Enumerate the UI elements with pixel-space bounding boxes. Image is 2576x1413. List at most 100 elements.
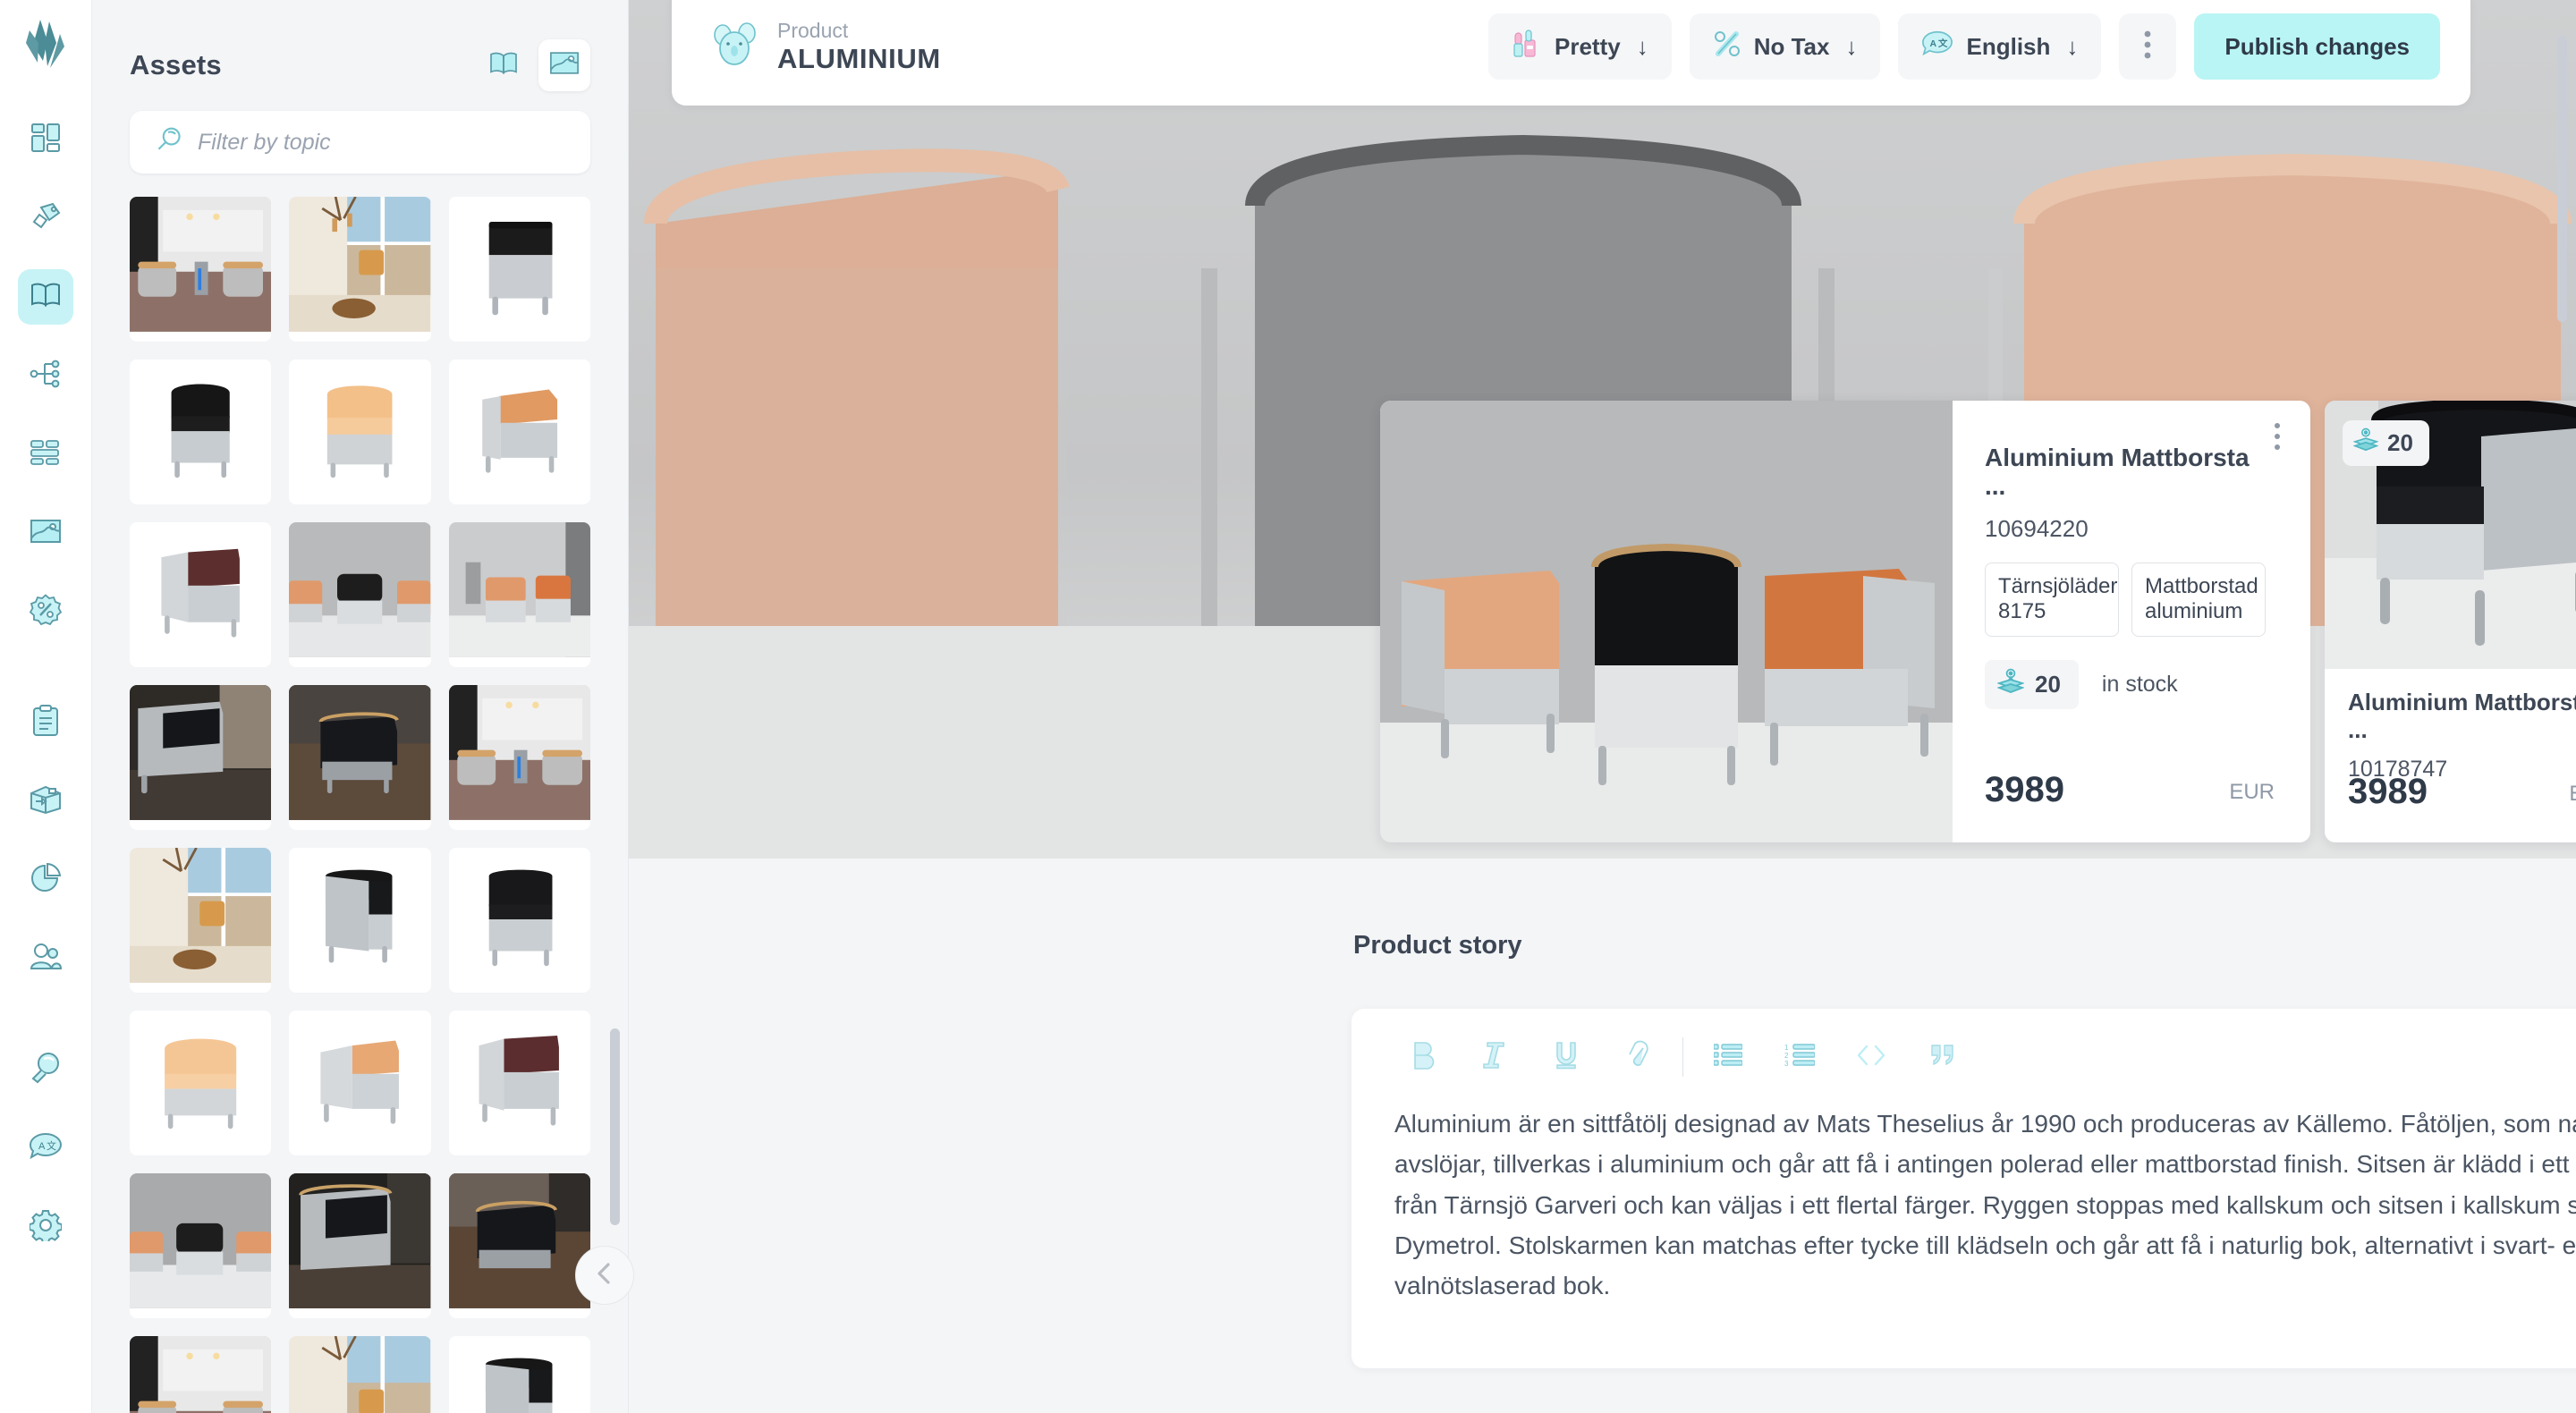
toolbar-divider bbox=[1682, 1037, 1683, 1077]
topbar-breadcrumb: Product ALUMINIUM bbox=[711, 18, 941, 76]
product-title: Aluminium Mattborsta ... bbox=[1985, 444, 2250, 500]
asset-thumbnail[interactable] bbox=[448, 522, 590, 667]
sidebar-item-hierarchy[interactable] bbox=[18, 348, 73, 403]
stock-badge: 20 bbox=[2343, 420, 2429, 466]
attachment-button[interactable] bbox=[1602, 1030, 1674, 1084]
product-hero-more-button[interactable] bbox=[2266, 419, 2289, 454]
tax-dropdown[interactable]: No Tax ↓ bbox=[1689, 13, 1881, 80]
underline-button[interactable] bbox=[1530, 1030, 1602, 1084]
quote-button[interactable] bbox=[1907, 1030, 1979, 1084]
language-dropdown[interactable]: A 文 English ↓ bbox=[1898, 13, 2102, 80]
product-attribute[interactable]: Mattborstad aluminium bbox=[2131, 563, 2266, 637]
underline-icon bbox=[1553, 1040, 1580, 1075]
asset-thumbnail[interactable] bbox=[130, 1173, 272, 1318]
product-price-row: 3989 EUR bbox=[2348, 772, 2576, 812]
asset-thumbnail[interactable] bbox=[289, 685, 431, 830]
assets-view-toggle bbox=[478, 39, 590, 91]
asset-thumbnail[interactable] bbox=[289, 197, 431, 342]
main-scrollbar[interactable] bbox=[2557, 36, 2567, 322]
sidebar-item-promotions[interactable] bbox=[18, 584, 73, 639]
asset-thumbnail[interactable] bbox=[130, 848, 272, 993]
view-book-button[interactable] bbox=[478, 39, 530, 91]
clipboard-icon bbox=[31, 704, 60, 741]
product-attribute[interactable]: Tärnsjöläder 8175 bbox=[1985, 563, 2119, 637]
crystal-logo[interactable] bbox=[21, 18, 71, 74]
product-photo: 20 bbox=[2325, 401, 2576, 669]
asset-thumbnail[interactable] bbox=[289, 848, 431, 993]
language-label: English bbox=[1966, 32, 2051, 60]
asset-thumbnail[interactable] bbox=[130, 197, 272, 342]
sidebar-item-translations[interactable]: A 文 bbox=[18, 1121, 73, 1176]
magnifier-icon bbox=[155, 126, 183, 159]
italic-button[interactable] bbox=[1459, 1030, 1530, 1084]
asset-thumbnail[interactable] bbox=[289, 522, 431, 667]
assets-panel: Assets bbox=[92, 0, 629, 1413]
image-icon bbox=[549, 51, 580, 80]
assets-scrollbar[interactable] bbox=[610, 1028, 620, 1225]
editor-toolbar: 1 2 3 bbox=[1352, 1009, 2576, 1084]
pretty-label: Pretty bbox=[1555, 32, 1621, 60]
numbered-list-icon: 1 2 3 bbox=[1784, 1044, 1816, 1071]
asset-thumbnail[interactable] bbox=[448, 1173, 590, 1318]
story-body-text[interactable]: Aluminium är en sittfåtölj designad av M… bbox=[1352, 1084, 2576, 1307]
sidebar-item-analytics[interactable] bbox=[18, 852, 73, 908]
publish-changes-button[interactable]: Publish changes bbox=[2194, 13, 2440, 80]
sidebar-item-shipments[interactable] bbox=[18, 774, 73, 829]
asset-thumbnail[interactable] bbox=[448, 360, 590, 504]
search-input[interactable] bbox=[198, 129, 565, 156]
pretty-dropdown[interactable]: Pretty ↓ bbox=[1488, 13, 1672, 80]
translate-icon: A 文 bbox=[1921, 30, 1953, 64]
view-image-button[interactable] bbox=[538, 39, 590, 91]
page-title: Assets bbox=[130, 49, 222, 80]
tax-label: No Tax bbox=[1753, 32, 1830, 60]
sidebar-item-tags[interactable] bbox=[18, 190, 73, 246]
product-attributes: Tärnsjöläder 8175 Mattborstad aluminium bbox=[1985, 563, 2275, 637]
asset-thumbnail[interactable] bbox=[448, 197, 590, 342]
assets-filter-wrap bbox=[92, 91, 628, 173]
numbered-list-button[interactable]: 1 2 3 bbox=[1764, 1030, 1835, 1084]
sidebar-item-settings[interactable] bbox=[18, 1199, 73, 1255]
topbar-more-button[interactable] bbox=[2119, 13, 2177, 80]
bullet-list-icon bbox=[1713, 1043, 1743, 1071]
sidebar-item-tasks[interactable] bbox=[18, 695, 73, 750]
chevron-left-icon bbox=[593, 1260, 616, 1291]
filter-box[interactable] bbox=[130, 111, 590, 173]
asset-thumbnail[interactable] bbox=[130, 360, 272, 504]
asset-thumbnail[interactable] bbox=[289, 1336, 431, 1413]
asset-thumbnail[interactable] bbox=[448, 1336, 590, 1413]
asset-thumbnail[interactable] bbox=[448, 848, 590, 993]
product-card[interactable]: 20 Aluminium Mattborsta ... 10178747 398… bbox=[2325, 401, 2576, 842]
collapse-panel-button[interactable] bbox=[575, 1246, 634, 1305]
asset-thumbnail[interactable] bbox=[448, 685, 590, 830]
asset-thumbnail[interactable] bbox=[448, 1011, 590, 1155]
bold-button[interactable] bbox=[1387, 1030, 1459, 1084]
open-book-icon bbox=[30, 282, 62, 313]
asset-thumbnail[interactable] bbox=[289, 1011, 431, 1155]
translate-icon: A 文 bbox=[29, 1132, 63, 1165]
sidebar-item-layouts[interactable] bbox=[18, 427, 73, 482]
svg-text:3: 3 bbox=[1784, 1060, 1789, 1067]
discount-badge-icon bbox=[29, 593, 63, 630]
assets-header: Assets bbox=[92, 0, 628, 91]
stock-count: 20 bbox=[2035, 670, 2061, 698]
asset-thumbnail[interactable] bbox=[130, 1336, 272, 1413]
product-price: 3989 bbox=[1985, 770, 2064, 809]
asset-thumbnail[interactable] bbox=[130, 522, 272, 667]
sidebar-item-catalog[interactable] bbox=[18, 269, 73, 325]
asset-thumbnail[interactable] bbox=[289, 1173, 431, 1318]
product-hero-card[interactable]: Aluminium Mattborsta ... 10694220 Tärnsj… bbox=[1380, 401, 2310, 842]
svg-text:A: A bbox=[1930, 38, 1937, 48]
koala-avatar-icon[interactable] bbox=[711, 21, 759, 73]
asset-thumbnail[interactable] bbox=[289, 360, 431, 504]
sidebar-item-media[interactable] bbox=[18, 505, 73, 561]
sidebar-item-customers[interactable] bbox=[18, 931, 73, 986]
code-button[interactable] bbox=[1835, 1030, 1907, 1084]
product-story-editor: 1 2 3 Aluminium är en sittfåtölj designa… bbox=[1352, 1009, 2576, 1368]
breadcrumb-label: Product bbox=[777, 18, 849, 42]
quote-icon bbox=[1929, 1043, 1956, 1072]
sidebar-item-dashboard[interactable] bbox=[18, 112, 73, 167]
bullet-list-button[interactable] bbox=[1692, 1030, 1764, 1084]
sidebar-item-search[interactable] bbox=[18, 1042, 73, 1097]
asset-thumbnail[interactable] bbox=[130, 1011, 272, 1155]
asset-thumbnail[interactable] bbox=[130, 685, 272, 830]
